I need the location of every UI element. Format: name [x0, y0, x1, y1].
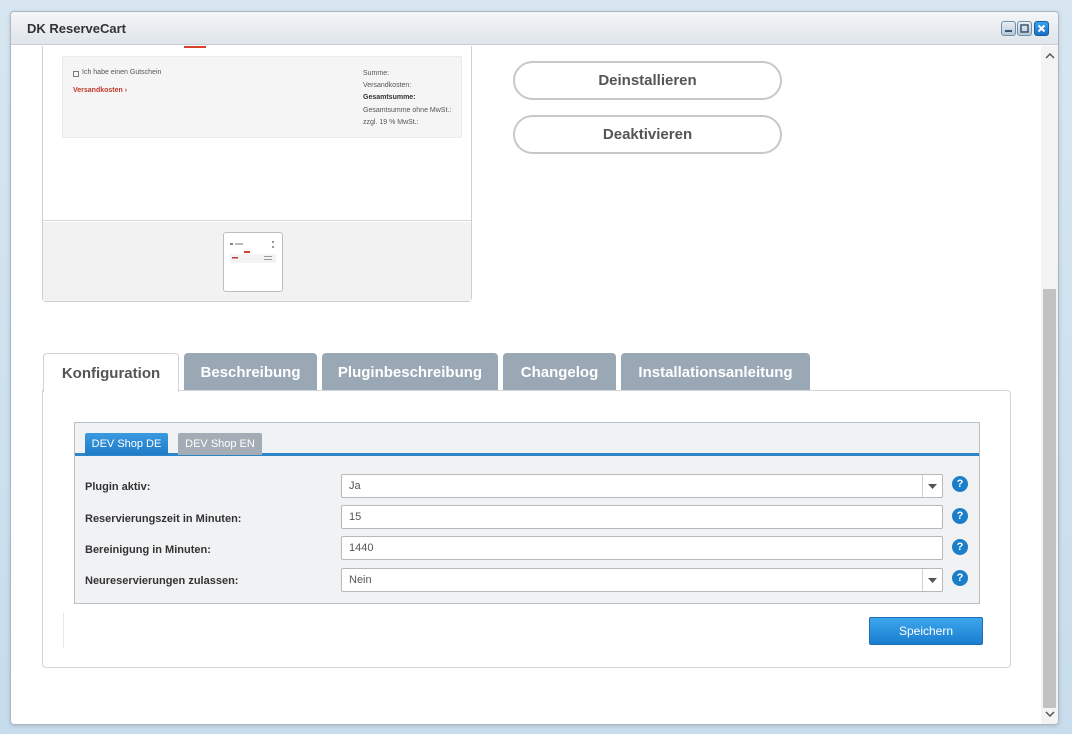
preview-cart-summary: Ich habe einen Gutschein Versandkosten ›…	[62, 56, 462, 138]
config-form: DEV Shop DE DEV Shop EN Plugin aktiv: Ja…	[74, 422, 980, 604]
help-icon[interactable]: ?	[952, 539, 968, 555]
preview-net: Gesamtsumme ohne MwSt.:	[363, 107, 452, 114]
scroll-up-icon[interactable]	[1044, 50, 1056, 62]
save-button[interactable]: Speichern	[869, 617, 983, 645]
plugin-window: DK ReserveCart Ich habe einen Gutschein …	[10, 11, 1059, 725]
rereservation-label: Neureservierungen zulassen:	[85, 575, 239, 587]
chevron-down-icon	[922, 569, 942, 591]
preview-panel: Ich habe einen Gutschein Versandkosten ›…	[42, 46, 472, 302]
tab-changelog[interactable]: Changelog	[503, 353, 616, 391]
tab-beschreibung[interactable]: Beschreibung	[184, 353, 317, 391]
title-bar: DK ReserveCart	[11, 12, 1058, 45]
rereservation-select[interactable]: Nein	[341, 568, 943, 592]
rereservation-value: Nein	[349, 574, 372, 586]
tab-installationsanleitung[interactable]: Installationsanleitung	[621, 353, 810, 391]
preview-sum: Summe:	[363, 70, 390, 77]
shop-tabs: DEV Shop DE DEV Shop EN	[75, 423, 979, 456]
preview-screenshot: Ich habe einen Gutschein Versandkosten ›…	[43, 46, 471, 221]
plugin-active-value: Ja	[349, 480, 361, 492]
divider	[63, 613, 64, 648]
maximize-button[interactable]	[1017, 21, 1032, 36]
preview-checkbox	[73, 71, 79, 77]
preview-thumbnail[interactable]	[223, 232, 283, 292]
chevron-down-icon	[922, 475, 942, 497]
preview-total: Gesamtsumme:	[363, 94, 416, 101]
cleanup-label: Bereinigung in Minuten:	[85, 544, 211, 556]
shop-tab-en[interactable]: DEV Shop EN	[178, 433, 262, 455]
help-icon[interactable]: ?	[952, 508, 968, 524]
scrollbar-thumb[interactable]	[1043, 289, 1056, 708]
scroll-down-icon[interactable]	[1044, 708, 1056, 720]
preview-voucher-text: Ich habe einen Gutschein	[82, 69, 162, 76]
minimize-button[interactable]	[1001, 21, 1016, 36]
tab-konfiguration[interactable]: Konfiguration	[43, 353, 179, 392]
preview-shipping-link: Versandkosten ›	[73, 87, 128, 94]
minimize-icon	[1005, 30, 1012, 32]
deactivate-button[interactable]: Deaktivieren	[513, 115, 782, 154]
plugin-active-label: Plugin aktiv:	[85, 481, 151, 493]
preview-vat: zzgl. 19 % MwSt.:	[363, 119, 419, 126]
cleanup-value: 1440	[349, 542, 374, 554]
tab-pluginbeschreibung[interactable]: Pluginbeschreibung	[322, 353, 498, 391]
tab-content: DEV Shop DE DEV Shop EN Plugin aktiv: Ja…	[42, 390, 1011, 668]
thumbnail-image	[230, 241, 276, 263]
vertical-scrollbar[interactable]	[1041, 46, 1058, 724]
reservation-time-label: Reservierungszeit in Minuten:	[85, 513, 242, 525]
shop-tab-de[interactable]: DEV Shop DE	[85, 433, 168, 455]
reservation-time-input[interactable]: 15	[341, 505, 943, 529]
help-icon[interactable]: ?	[952, 570, 968, 586]
preview-accent-line	[184, 46, 206, 48]
maximize-icon	[1020, 24, 1029, 33]
close-icon	[1037, 24, 1046, 33]
plugin-active-select[interactable]: Ja	[341, 474, 943, 498]
cleanup-input[interactable]: 1440	[341, 536, 943, 560]
window-title: DK ReserveCart	[27, 21, 126, 36]
reservation-time-value: 15	[349, 511, 362, 523]
preview-thumbnail-strip	[43, 222, 471, 301]
close-button[interactable]	[1034, 21, 1049, 36]
help-icon[interactable]: ?	[952, 476, 968, 492]
uninstall-button[interactable]: Deinstallieren	[513, 61, 782, 100]
preview-shipping: Versandkosten:	[363, 82, 412, 89]
